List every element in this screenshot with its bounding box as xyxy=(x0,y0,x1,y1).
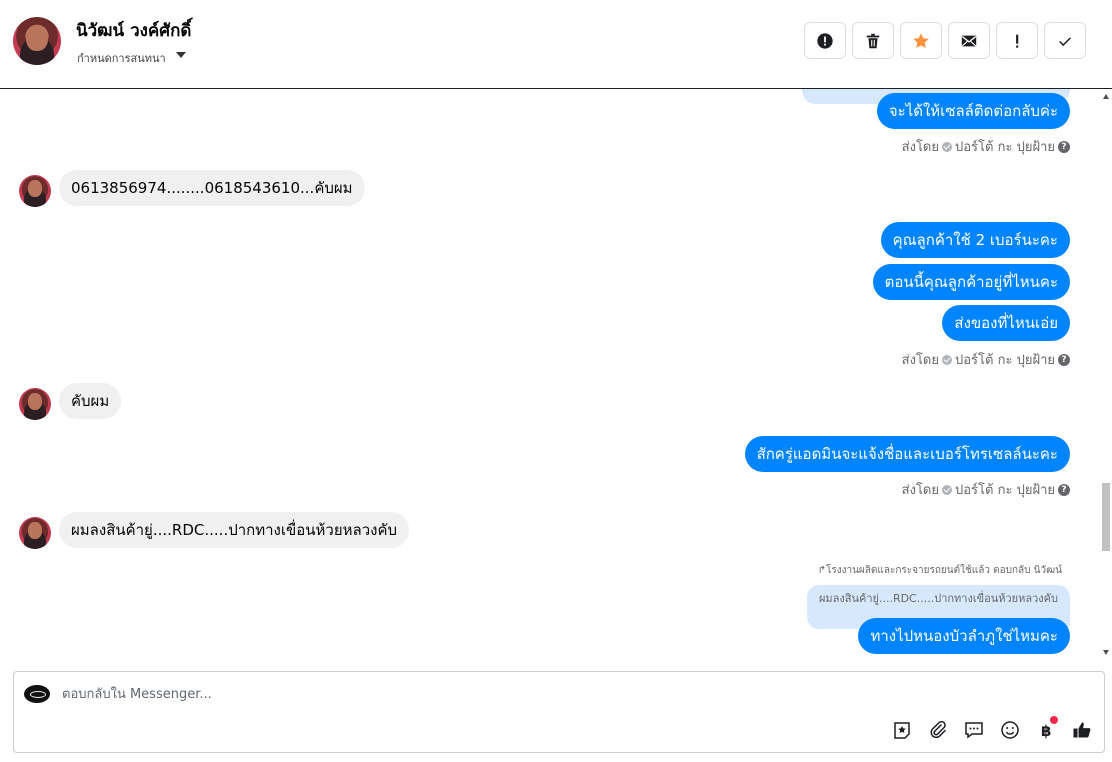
like-button[interactable] xyxy=(1071,719,1093,741)
follow-up-button[interactable] xyxy=(996,22,1038,59)
outgoing-message[interactable]: สักครู่แอดมินจะแจ้งชื่อและเบอร์โทรเซลล์น… xyxy=(744,436,1070,472)
exclamation-icon xyxy=(1016,34,1019,48)
help-icon[interactable]: ? xyxy=(1058,140,1070,153)
help-icon[interactable]: ? xyxy=(1058,483,1070,496)
incoming-message[interactable]: ผมลงสินค้ายู่....RDC.....ปากทางเขื่อนห้ว… xyxy=(59,512,409,548)
contact-avatar[interactable] xyxy=(13,17,61,65)
saved-replies-button[interactable] xyxy=(963,719,985,741)
reply-note: ↱โรงงานผลิตและกระจายรถยนต์ใช้แล้ว ตอบกลั… xyxy=(818,563,1062,578)
envelope-icon xyxy=(961,35,977,46)
sent-by-prefix: ส่งโดย xyxy=(901,483,939,498)
caret-down-icon[interactable] xyxy=(176,52,186,58)
sent-by-info: ส่งโดย ปอร์โต้ กะ ปุยฝ้าย ? xyxy=(902,479,1070,500)
reply-input[interactable] xyxy=(62,684,662,704)
outgoing-message[interactable]: คุณลูกค้าใช้ 2 เบอร์นะคะ xyxy=(880,222,1070,258)
emoji-icon xyxy=(1001,721,1019,739)
assign-conversation-label[interactable]: กำหนดการสนทนา xyxy=(77,49,166,67)
contact-avatar-small[interactable] xyxy=(19,175,51,207)
sent-by-agent: ปอร์โต้ กะ ปุยฝ้าย xyxy=(955,483,1055,498)
incoming-message[interactable]: 0613856974........0618543610...คับผม xyxy=(59,170,365,206)
alert-icon xyxy=(817,32,833,49)
mark-unread-button[interactable] xyxy=(948,22,990,59)
thread-scrollbar[interactable] xyxy=(1100,89,1112,660)
contact-name[interactable]: นิวัฒน์ วงค์ศักดิ์ xyxy=(76,17,191,44)
attach-button[interactable] xyxy=(927,719,949,741)
contact-avatar-small[interactable] xyxy=(19,388,51,420)
page-logo-avatar xyxy=(24,685,50,703)
saved-reply-icon xyxy=(965,722,983,739)
sticker-star-icon xyxy=(894,722,910,739)
star-button[interactable] xyxy=(900,22,942,59)
sent-by-info: ส่งโดย ปอร์โต้ กะ ปุยฝ้าย ? xyxy=(902,349,1070,370)
outgoing-message[interactable]: ส่งของที่ไหนเอ่ย xyxy=(942,305,1070,341)
trash-icon xyxy=(866,33,880,48)
sent-by-prefix: ส่งโดย xyxy=(901,140,939,155)
sent-by-agent: ปอร์โต้ กะ ปุยฝ้าย xyxy=(955,140,1055,155)
star-icon xyxy=(913,32,929,48)
sent-by-prefix: ส่งโดย xyxy=(901,353,939,368)
verified-check-icon xyxy=(942,141,952,152)
sent-by-agent: ปอร์โต้ กะ ปุยฝ้าย xyxy=(955,353,1055,368)
scroll-up-arrow-icon[interactable] xyxy=(1103,94,1109,99)
notification-dot xyxy=(1050,716,1058,724)
scrollbar-thumb[interactable] xyxy=(1102,483,1110,551)
outgoing-message[interactable]: ตอนนี้คุณลูกค้าอยู่ที่ไหนคะ xyxy=(872,264,1070,300)
payment-button[interactable]: ฿ xyxy=(1035,716,1058,741)
paperclip-icon xyxy=(930,720,946,739)
outgoing-message[interactable]: จะได้ให้เซลล์ติดต่อกลับค่ะ xyxy=(876,93,1070,129)
conversation-header: นิวัฒน์ วงค์ศักดิ์ กำหนดการสนทนา xyxy=(0,0,1112,89)
emoji-button[interactable] xyxy=(999,719,1021,741)
checkmark-icon xyxy=(1059,36,1071,46)
reply-arrow-icon: ↱ xyxy=(817,565,826,576)
reply-note-text: โรงงานผลิตและกระจายรถยนต์ใช้แล้ว ตอบกลับ… xyxy=(825,565,1062,576)
sticker-button[interactable] xyxy=(891,719,913,741)
thumbs-up-icon xyxy=(1073,722,1091,738)
verified-check-icon xyxy=(942,484,952,495)
message-thread[interactable]: จะได้ให้เซลล์ติดต่อกลับค่ะ ส่งโดย ปอร์โต… xyxy=(0,89,1112,660)
help-icon[interactable]: ? xyxy=(1058,353,1070,366)
contact-avatar-small[interactable] xyxy=(19,517,51,549)
incoming-message[interactable]: คับผม xyxy=(59,383,122,419)
sent-by-info: ส่งโดย ปอร์โต้ กะ ปุยฝ้าย ? xyxy=(902,136,1070,157)
scroll-down-arrow-icon[interactable] xyxy=(1103,650,1109,655)
outgoing-message[interactable]: ทางไปหนองบัวลำภูใช่ไหมคะ xyxy=(858,618,1070,654)
delete-button[interactable] xyxy=(852,22,894,59)
svg-text:฿: ฿ xyxy=(1041,722,1051,740)
verified-check-icon xyxy=(942,354,952,365)
mark-done-button[interactable] xyxy=(1044,22,1086,59)
mark-spam-button[interactable] xyxy=(804,22,846,59)
message-composer: ฿ xyxy=(13,671,1105,753)
